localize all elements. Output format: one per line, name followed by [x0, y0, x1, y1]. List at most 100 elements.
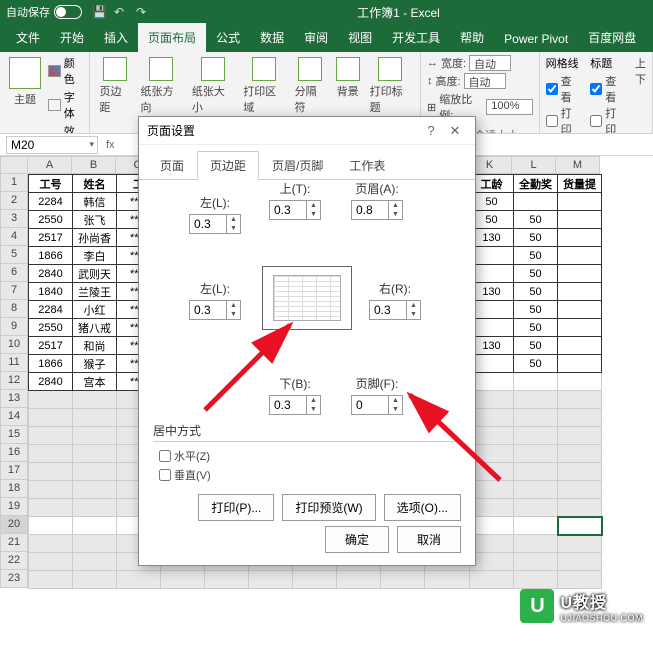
cell[interactable]: [73, 517, 117, 535]
row-header[interactable]: 23: [0, 570, 28, 588]
cell[interactable]: [73, 553, 117, 571]
cell[interactable]: [161, 571, 205, 589]
cell[interactable]: [73, 427, 117, 445]
cell[interactable]: [470, 265, 514, 283]
cell[interactable]: 兰陵王: [73, 283, 117, 301]
cell[interactable]: [558, 355, 602, 373]
cell[interactable]: [29, 553, 73, 571]
name-box[interactable]: M20: [6, 136, 98, 154]
cell[interactable]: [514, 373, 558, 391]
cell[interactable]: [470, 355, 514, 373]
row-header[interactable]: 13: [0, 390, 28, 408]
cell[interactable]: 2284: [29, 301, 73, 319]
ribbon-tab-10[interactable]: Power Pivot: [494, 26, 578, 52]
cell[interactable]: [73, 535, 117, 553]
headings-view-checkbox[interactable]: 查看: [590, 73, 625, 105]
cell[interactable]: [558, 319, 602, 337]
cell[interactable]: [29, 499, 73, 517]
margin-right-spinner[interactable]: ▲▼: [369, 300, 421, 320]
cell[interactable]: 50: [470, 193, 514, 211]
cell[interactable]: [558, 571, 602, 589]
cell[interactable]: [470, 499, 514, 517]
row-header[interactable]: 9: [0, 318, 28, 336]
cell[interactable]: [558, 391, 602, 409]
cell[interactable]: [558, 409, 602, 427]
theme-effects[interactable]: 效果: [48, 123, 83, 134]
dialog-tab-0[interactable]: 页面: [147, 151, 197, 180]
dialog-tab-2[interactable]: 页眉/页脚: [259, 151, 336, 180]
cell[interactable]: [558, 427, 602, 445]
cell[interactable]: [514, 391, 558, 409]
cell[interactable]: [470, 571, 514, 589]
cell[interactable]: 1866: [29, 355, 73, 373]
cell[interactable]: [558, 337, 602, 355]
row-header[interactable]: 20: [0, 516, 28, 534]
cell[interactable]: [514, 481, 558, 499]
cell[interactable]: 130: [470, 337, 514, 355]
cell[interactable]: 全勤奖: [514, 175, 558, 193]
cell[interactable]: [558, 229, 602, 247]
theme-button[interactable]: 主题: [6, 55, 44, 109]
dialog-tab-3[interactable]: 工作表: [336, 151, 398, 180]
col-header[interactable]: L: [512, 156, 556, 174]
select-all-corner[interactable]: [0, 156, 28, 174]
row-header[interactable]: 18: [0, 480, 28, 498]
cell[interactable]: [514, 409, 558, 427]
cell[interactable]: 2840: [29, 265, 73, 283]
cell[interactable]: [73, 391, 117, 409]
cell[interactable]: [514, 553, 558, 571]
cell[interactable]: 工龄: [470, 175, 514, 193]
cell[interactable]: 猴子: [73, 355, 117, 373]
ribbon-tab-8[interactable]: 开发工具: [382, 23, 450, 52]
background-button[interactable]: 背景: [333, 55, 363, 101]
cell[interactable]: [514, 517, 558, 535]
printarea-button[interactable]: 打印区域: [240, 55, 287, 117]
size-button[interactable]: 纸张大小: [189, 55, 236, 117]
cell[interactable]: [470, 445, 514, 463]
cell[interactable]: [293, 571, 337, 589]
cell[interactable]: 货量提: [558, 175, 602, 193]
center-horizontal-checkbox[interactable]: 水平(Z): [159, 448, 461, 464]
cell[interactable]: 张飞: [73, 211, 117, 229]
cell[interactable]: [29, 535, 73, 553]
cell[interactable]: 130: [470, 283, 514, 301]
row-header[interactable]: 15: [0, 426, 28, 444]
cell[interactable]: 50: [514, 211, 558, 229]
redo-icon[interactable]: ↷: [136, 5, 150, 19]
row-header[interactable]: 16: [0, 444, 28, 462]
cell[interactable]: [29, 391, 73, 409]
cell[interactable]: [558, 301, 602, 319]
width-select[interactable]: 自动: [469, 55, 511, 71]
cell[interactable]: [73, 409, 117, 427]
ribbon-tab-5[interactable]: 数据: [250, 23, 294, 52]
cell[interactable]: 2517: [29, 229, 73, 247]
cancel-button[interactable]: 取消: [397, 526, 461, 553]
cell[interactable]: 50: [514, 337, 558, 355]
row-header[interactable]: 12: [0, 372, 28, 390]
row-header[interactable]: 8: [0, 300, 28, 318]
cell[interactable]: 小红: [73, 301, 117, 319]
print-button[interactable]: 打印(P)...: [198, 494, 274, 521]
cell[interactable]: [558, 445, 602, 463]
cell[interactable]: [470, 319, 514, 337]
dialog-close-button[interactable]: ✕: [443, 123, 467, 139]
cell[interactable]: [470, 535, 514, 553]
ribbon-tab-0[interactable]: 文件: [6, 23, 50, 52]
cell[interactable]: [558, 193, 602, 211]
cell[interactable]: 50: [514, 229, 558, 247]
row-header[interactable]: 11: [0, 354, 28, 372]
cell[interactable]: [558, 463, 602, 481]
cell[interactable]: [470, 463, 514, 481]
cell[interactable]: [558, 517, 602, 535]
gridlines-print-checkbox[interactable]: 打印: [546, 105, 581, 134]
row-header[interactable]: 7: [0, 282, 28, 300]
dialog-tab-1[interactable]: 页边距: [197, 151, 259, 180]
cell[interactable]: 50: [470, 211, 514, 229]
cell[interactable]: 宫本: [73, 373, 117, 391]
row-header[interactable]: 2: [0, 192, 28, 210]
fx-icon[interactable]: fx: [106, 139, 115, 151]
breaks-button[interactable]: 分隔符: [292, 55, 329, 117]
col-header[interactable]: A: [28, 156, 72, 174]
margin-top-spinner[interactable]: ▲▼: [269, 200, 321, 220]
cell[interactable]: 1840: [29, 283, 73, 301]
